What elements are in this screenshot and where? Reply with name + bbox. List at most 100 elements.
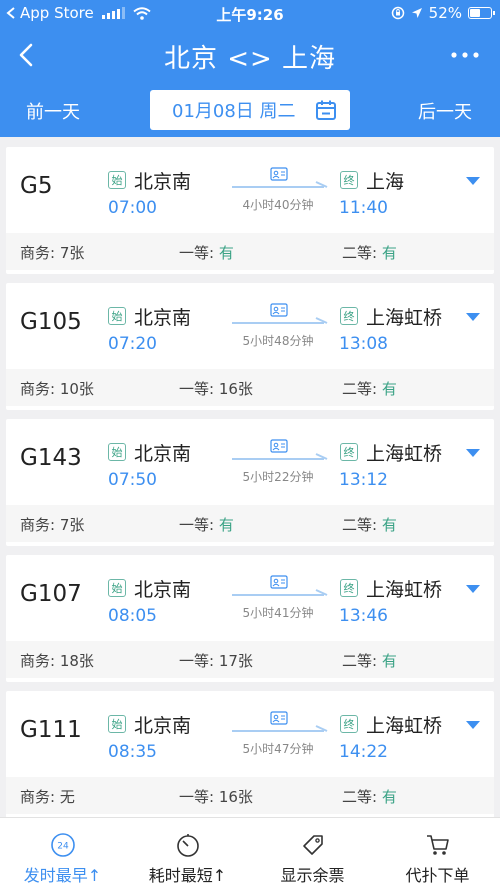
tab-show-remaining[interactable]: 显示余票 — [250, 818, 375, 889]
tab-earliest-departure[interactable]: 24 发时最早↑ — [0, 818, 125, 889]
battery-icon — [468, 7, 495, 19]
arrival-station: 上海虹桥 — [366, 715, 443, 737]
cart-icon — [426, 835, 449, 855]
ticket-tag-icon — [302, 835, 323, 855]
tab-label: 耗时最短↑ — [148, 866, 227, 885]
train-number: G105 — [20, 309, 82, 335]
first-class-seats: 一等: 16张 — [179, 788, 253, 806]
expand-caret-icon[interactable] — [466, 177, 480, 185]
business-seats: 商务: 无 — [20, 788, 75, 806]
expand-caret-icon[interactable] — [466, 313, 480, 321]
expand-caret-icon[interactable] — [466, 585, 480, 593]
departure-time: 07:00 — [108, 198, 157, 218]
train-card-g143[interactable]: G143 始 北京南 07:50 5小时22分钟 终 上海虹桥 13:12 商务… — [6, 419, 494, 546]
train-card-g5[interactable]: G5 始 北京南 07:00 4小时40分钟 终 上海 11:40 商务: 7张… — [6, 147, 494, 274]
arrival-time: 13:12 — [339, 470, 388, 490]
id-card-icon — [270, 439, 288, 453]
train-number: G5 — [20, 173, 53, 199]
departure-station: 北京南 — [134, 307, 192, 329]
second-class-seats: 二等: 有 — [342, 788, 397, 806]
train-number: G143 — [20, 445, 82, 471]
arrival-station: 上海虹桥 — [366, 307, 443, 329]
departure-station: 北京南 — [134, 443, 192, 465]
prev-day-button[interactable]: 前一天 — [26, 98, 80, 124]
route-arrow-icon — [232, 317, 328, 324]
end-station-badge: 终 — [340, 579, 358, 597]
battery-fill — [470, 9, 481, 17]
second-class-seats: 二等: 有 — [342, 380, 397, 398]
first-class-seats: 一等: 16张 — [179, 380, 253, 398]
stopwatch-icon — [176, 834, 199, 857]
expand-caret-icon[interactable] — [466, 721, 480, 729]
business-seats: 商务: 10张 — [20, 380, 94, 398]
status-right: 52% — [391, 4, 495, 22]
calendar-icon — [316, 100, 336, 120]
business-seats: 商务: 7张 — [20, 516, 85, 534]
travel-duration: 5小时41分钟 — [242, 606, 314, 620]
departure-time: 08:35 — [108, 742, 157, 762]
id-card-icon — [270, 711, 288, 725]
train-card-g107[interactable]: G107 始 北京南 08:05 5小时41分钟 终 上海虹桥 13:46 商务… — [6, 555, 494, 682]
travel-duration: 5小时22分钟 — [242, 470, 314, 484]
id-card-icon — [270, 167, 288, 181]
arrival-time: 13:46 — [339, 606, 388, 626]
start-station-badge: 始 — [108, 443, 126, 461]
arrival-time: 14:22 — [339, 742, 388, 762]
departure-time: 08:05 — [108, 606, 157, 626]
more-dots-icon[interactable] — [450, 48, 480, 62]
arrival-station: 上海 — [366, 171, 405, 193]
first-class-seats: 一等: 有 — [179, 244, 234, 262]
departure-time: 07:20 — [108, 334, 157, 354]
business-seats: 商务: 18张 — [20, 652, 94, 670]
tab-label: 发时最早↑ — [23, 866, 102, 885]
seat-availability-row: 商务: 10张 一等: 16张 二等: 有 — [6, 369, 494, 406]
first-class-seats: 一等: 17张 — [179, 652, 253, 670]
train-card-g105[interactable]: G105 始 北京南 07:20 5小时48分钟 终 上海虹桥 13:08 商务… — [6, 283, 494, 410]
train-number: G111 — [20, 717, 82, 743]
date-selector[interactable]: 01月08日 周二 — [150, 90, 350, 130]
departure-station: 北京南 — [134, 715, 192, 737]
next-day-button[interactable]: 后一天 — [418, 98, 472, 124]
second-class-seats: 二等: 有 — [342, 516, 397, 534]
train-card-g111[interactable]: G111 始 北京南 08:35 5小时47分钟 终 上海虹桥 14:22 商务… — [6, 691, 494, 818]
travel-duration: 4小时40分钟 — [242, 198, 314, 212]
start-station-badge: 始 — [108, 171, 126, 189]
header: App Store 上午9:26 52% 北京 <> 上海 前一天 01月08日… — [0, 0, 500, 137]
tab-proxy-order[interactable]: 代扑下单 — [375, 818, 500, 889]
seat-availability-row: 商务: 7张 一等: 有 二等: 有 — [6, 233, 494, 270]
travel-duration: 5小时47分钟 — [242, 742, 314, 756]
end-station-badge: 终 — [340, 443, 358, 461]
arrival-time: 13:08 — [339, 334, 388, 354]
first-class-seats: 一等: 有 — [179, 516, 234, 534]
start-station-badge: 始 — [108, 307, 126, 325]
seat-availability-row: 商务: 7张 一等: 有 二等: 有 — [6, 505, 494, 542]
arrival-time: 11:40 — [339, 198, 388, 218]
id-card-icon — [270, 575, 288, 589]
seat-availability-row: 商务: 无 一等: 16张 二等: 有 — [6, 777, 494, 814]
tab-shortest-duration[interactable]: 耗时最短↑ — [125, 818, 250, 889]
id-card-icon — [270, 303, 288, 317]
tab-label: 显示余票 — [280, 866, 345, 885]
expand-caret-icon[interactable] — [466, 449, 480, 457]
second-class-seats: 二等: 有 — [342, 652, 397, 670]
start-station-badge: 始 — [108, 715, 126, 733]
end-station-badge: 终 — [340, 715, 358, 733]
departure-station: 北京南 — [134, 171, 192, 193]
train-number: G107 — [20, 581, 82, 607]
date-text: 01月08日 周二 — [172, 101, 296, 122]
bottom-sort-bar: 24 发时最早↑ 耗时最短↑ 显示余票 代扑下单 — [0, 817, 500, 889]
end-station-badge: 终 — [340, 171, 358, 189]
location-arrow-icon — [411, 8, 422, 18]
battery-percent: 52% — [428, 4, 462, 22]
end-station-badge: 终 — [340, 307, 358, 325]
route-arrow-icon — [232, 453, 328, 460]
route-arrow-icon — [232, 181, 328, 188]
svg-text:24: 24 — [57, 842, 69, 852]
route-arrow-icon — [232, 725, 328, 732]
tab-label: 代扑下单 — [405, 866, 470, 885]
start-station-badge: 始 — [108, 579, 126, 597]
business-seats: 商务: 7张 — [20, 244, 85, 262]
arrival-station: 上海虹桥 — [366, 579, 443, 601]
clock-24-icon: 24 — [50, 833, 75, 857]
status-bar: App Store 上午9:26 52% — [0, 0, 500, 28]
